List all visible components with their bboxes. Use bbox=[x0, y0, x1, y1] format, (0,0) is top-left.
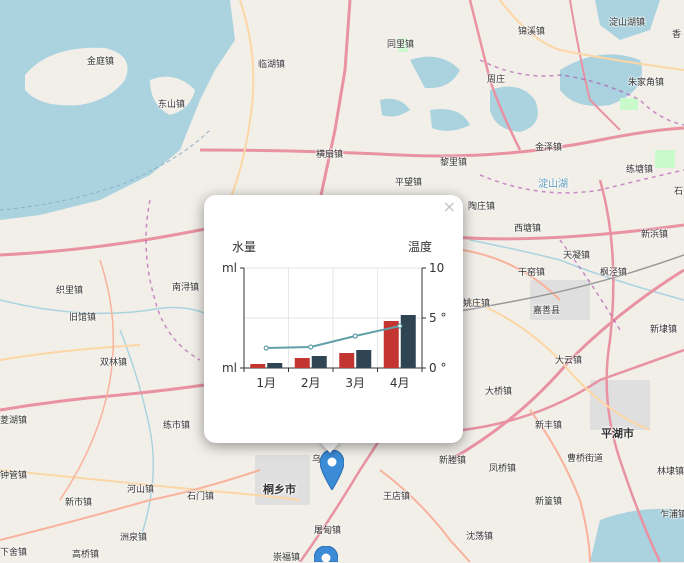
y-tick-label-right: 0 ° bbox=[429, 361, 446, 375]
x-tick-label: 2月 bbox=[301, 376, 321, 390]
place-label: 平湖市 bbox=[601, 427, 634, 440]
place-label: 乍浦镇 bbox=[660, 510, 684, 520]
place-label: 嘉善县 bbox=[533, 306, 561, 316]
popup-chart: 水量 温度 ml ml 0 ° 5 ° 10 1月 2月 3月 4月 bbox=[222, 239, 446, 390]
y-tick-label-left: ml bbox=[222, 261, 237, 275]
place-label: 大云镇 bbox=[555, 356, 583, 366]
place-label: 洲泉镇 bbox=[120, 533, 148, 543]
place-label: 淀山湖镇 bbox=[609, 18, 646, 28]
line-point bbox=[308, 344, 314, 350]
place-label: 钟管镇 bbox=[0, 471, 28, 481]
place-label: 曹桥街道 bbox=[567, 454, 604, 464]
y-axis-title-left: 水量 bbox=[232, 240, 256, 254]
place-label: 沈荡镇 bbox=[466, 532, 494, 542]
place-label: 旧馆镇 bbox=[69, 313, 97, 323]
place-label: 新浜镇 bbox=[641, 230, 669, 240]
place-label: 锦溪镇 bbox=[518, 27, 546, 37]
map-marker-icon[interactable] bbox=[320, 450, 344, 490]
x-tick-label: 1月 bbox=[256, 376, 276, 390]
place-label: 金泽镇 bbox=[535, 143, 563, 153]
place-label: 新篁镇 bbox=[535, 497, 563, 507]
place-label: 临湖镇 bbox=[258, 60, 286, 70]
place-label: 金庭镇 bbox=[87, 57, 115, 67]
place-label: 凤桥镇 bbox=[489, 464, 517, 474]
place-label: 西塘镇 bbox=[514, 224, 542, 234]
x-tick-label: 3月 bbox=[345, 376, 365, 390]
place-label: 横扇镇 bbox=[316, 150, 344, 160]
place-label: 黎里镇 bbox=[440, 158, 468, 168]
place-label: 练塘镇 bbox=[626, 165, 654, 175]
place-label: 干窑镇 bbox=[518, 268, 546, 278]
place-label: 织里镇 bbox=[56, 286, 84, 296]
y-axis-title-right: 温度 bbox=[408, 239, 432, 254]
place-label: 天凝镇 bbox=[563, 251, 591, 261]
map-marker-icon[interactable] bbox=[314, 546, 338, 562]
place-label: 新塍镇 bbox=[439, 456, 467, 466]
place-label: 高桥镇 bbox=[72, 550, 100, 560]
bar bbox=[294, 358, 310, 368]
place-label: 崇福镇 bbox=[273, 553, 301, 563]
place-label: 朱家角镇 bbox=[628, 78, 665, 88]
place-label: 平望镇 bbox=[395, 178, 423, 188]
y-tick-label-right: 10 bbox=[429, 261, 444, 275]
y-tick-label-right: 5 ° bbox=[429, 311, 446, 325]
place-label: 姚庄镇 bbox=[463, 299, 491, 309]
line-point bbox=[263, 345, 269, 351]
place-label: 大桥镇 bbox=[485, 387, 513, 397]
place-label: 林埭镇 bbox=[657, 467, 684, 477]
bar bbox=[339, 353, 355, 368]
place-label: 练市镇 bbox=[163, 421, 191, 431]
place-label: 河山镇 bbox=[127, 485, 155, 495]
place-label: 屠甸镇 bbox=[314, 526, 342, 536]
place-label: 石 bbox=[674, 187, 684, 197]
place-label: 双林镇 bbox=[100, 358, 128, 368]
bar bbox=[400, 315, 416, 368]
place-label: 新埭镇 bbox=[650, 325, 678, 335]
bar bbox=[356, 350, 372, 368]
place-label: 石门镇 bbox=[187, 492, 215, 502]
place-label: 下舍镇 bbox=[0, 548, 28, 558]
place-label: 枫泾镇 bbox=[600, 268, 628, 278]
y-tick-label-left: ml bbox=[222, 361, 237, 375]
place-label: 新丰镇 bbox=[535, 421, 563, 431]
place-label: 周庄 bbox=[487, 75, 506, 85]
place-label: 东山镇 bbox=[158, 100, 186, 110]
bar bbox=[311, 356, 327, 368]
place-label: 香 bbox=[672, 30, 682, 40]
place-label: 陶庄镇 bbox=[468, 202, 496, 212]
place-label: 同里镇 bbox=[387, 40, 415, 50]
place-label: 王店镇 bbox=[383, 492, 411, 502]
place-label: 菱湖镇 bbox=[0, 416, 28, 426]
bar bbox=[250, 364, 266, 368]
place-label: 新市镇 bbox=[65, 498, 93, 508]
x-tick-label: 4月 bbox=[390, 376, 410, 390]
line-point bbox=[397, 323, 403, 329]
place-label: 南浔镇 bbox=[172, 283, 200, 293]
chart-popup: × 水量 温度 ml ml 0 ° 5 ° 10 1月 2月 3月 4月 bbox=[204, 195, 463, 443]
place-label: 桐乡市 bbox=[263, 483, 296, 496]
bar bbox=[267, 363, 283, 368]
line-point bbox=[352, 333, 358, 339]
place-label: 淀山湖 bbox=[538, 179, 568, 190]
